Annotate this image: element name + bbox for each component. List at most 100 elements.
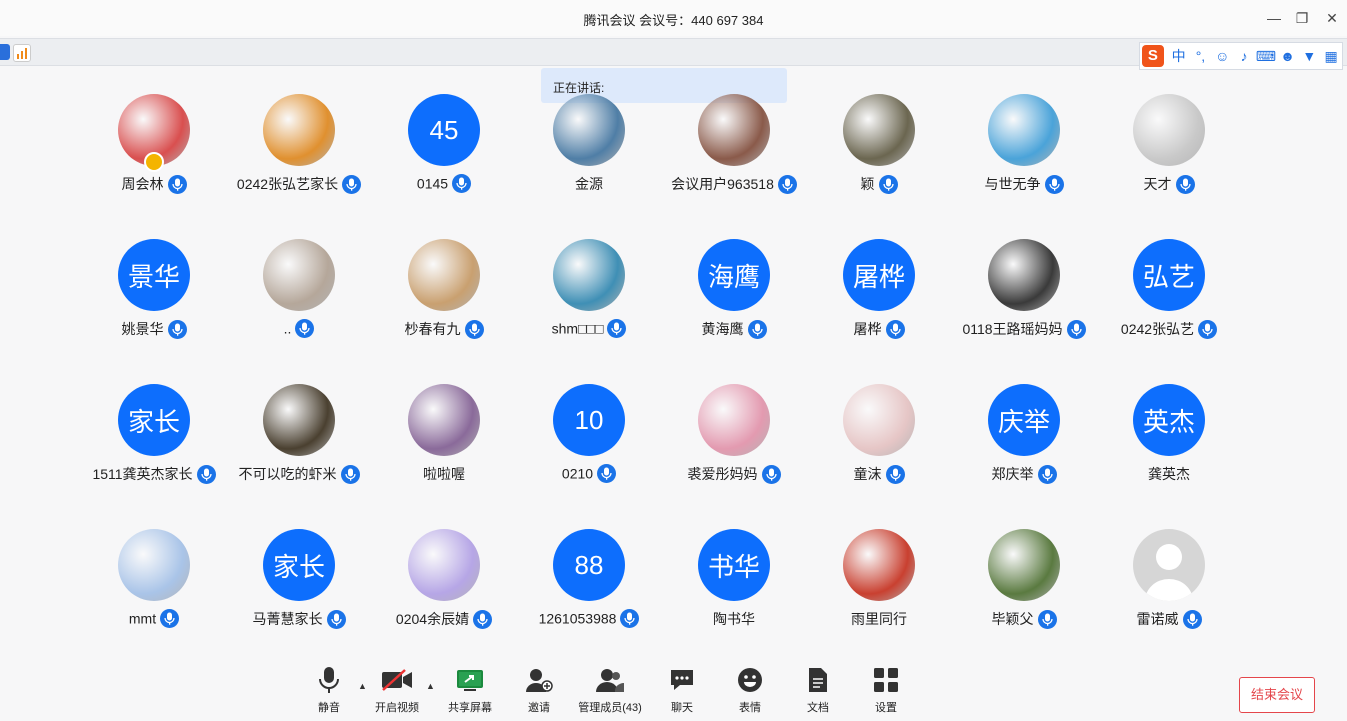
participant-name-row: 陶书华: [654, 609, 814, 629]
participant-name: shm□□□: [551, 320, 604, 337]
participant-tile[interactable]: 不可以吃的虾米: [219, 384, 379, 504]
participant-tile[interactable]: 裘爱彤妈妈: [654, 384, 814, 504]
participant-tile[interactable]: 45 0145: [364, 94, 524, 214]
participant-tile[interactable]: 会议用户963518: [654, 94, 814, 214]
emoji-button[interactable]: 表情: [715, 665, 785, 715]
participant-tile[interactable]: 毕颖父: [944, 529, 1104, 649]
ime-keyboard-icon[interactable]: ⌨: [1255, 48, 1277, 65]
participant-tile[interactable]: 弘艺 0242张弘艺: [1089, 239, 1249, 359]
participant-name: 与世无争: [984, 176, 1041, 192]
participant-tile[interactable]: 天才: [1089, 94, 1249, 214]
participant-tile[interactable]: 家长 马菁慧家长: [219, 529, 379, 649]
participant-tile[interactable]: 啦啦喔: [364, 384, 524, 504]
participant-name: 屠桦: [853, 321, 882, 337]
participant-name: 1261053988: [538, 610, 617, 627]
participant-tile[interactable]: 与世无争: [944, 94, 1104, 214]
participant-tile[interactable]: 景华 姚景华: [74, 239, 234, 359]
mic-on-icon: [160, 609, 180, 628]
network-icon[interactable]: [0, 44, 10, 60]
participant-tile[interactable]: 英杰 龚英杰: [1089, 384, 1249, 504]
mic-on-icon: [473, 609, 493, 629]
avatar-photo: [263, 94, 335, 166]
participant-tile[interactable]: 金源: [509, 94, 669, 214]
add-user-icon: [526, 669, 553, 692]
mute-button[interactable]: 静音: [294, 665, 364, 715]
participant-tile[interactable]: 庆举 郑庆举: [944, 384, 1104, 504]
participant-name: 龚英杰: [1148, 466, 1190, 482]
manage-members-button[interactable]: 管理成员(43): [575, 665, 645, 715]
invite-button[interactable]: 邀请: [504, 665, 574, 715]
avatar-initials: 景华: [118, 239, 190, 311]
mic-on-icon: [196, 464, 216, 484]
participant-name-row: 啦啦喔: [364, 464, 524, 484]
ime-punct-icon[interactable]: °,: [1190, 48, 1212, 64]
participant-name: 杪春有九: [404, 321, 461, 337]
participant-tile[interactable]: 0118王路瑶妈妈: [944, 239, 1104, 359]
participant-name-row: 0118王路瑶妈妈: [944, 319, 1104, 339]
ime-grid-icon[interactable]: ▦: [1320, 48, 1342, 65]
share-screen-button[interactable]: 共享屏幕: [435, 665, 505, 715]
participant-name: 童沫: [853, 466, 882, 482]
participant-tile[interactable]: 0204余辰婧: [364, 529, 524, 649]
participant-name-row: 0204余辰婧: [364, 609, 524, 629]
mic-on-icon: [607, 319, 627, 338]
avatar-initials: 屠桦: [843, 239, 915, 311]
mic-on-icon: [1044, 174, 1064, 194]
participant-tile[interactable]: 家长 1511龚英杰家长: [74, 384, 234, 504]
participant-name-row: 姚景华: [74, 319, 234, 339]
participant-name-row: shm□□□: [509, 319, 669, 338]
participant-tile[interactable]: 海鹰 黄海鹰: [654, 239, 814, 359]
ime-chinese-icon[interactable]: 中: [1168, 46, 1190, 66]
avatar-photo: [843, 529, 915, 601]
ime-user-icon[interactable]: ☻: [1277, 48, 1299, 64]
participant-tile[interactable]: 颖: [799, 94, 959, 214]
participant-tile[interactable]: 88 1261053988: [509, 529, 669, 649]
end-meeting-button[interactable]: 结束会议: [1239, 677, 1315, 713]
participant-tile[interactable]: 0242张弘艺家长: [219, 94, 379, 214]
chat-button[interactable]: 聊天: [647, 665, 717, 715]
participant-name-row: 雷诺威: [1089, 609, 1249, 629]
avatar-photo: [118, 529, 190, 601]
participant-name: 啦啦喔: [423, 466, 465, 482]
avatar-photo: [263, 239, 335, 311]
avatar-initials: 10: [553, 384, 625, 456]
video-label: 开启视频: [375, 702, 419, 714]
avatar-initials: 家长: [118, 384, 190, 456]
participant-name-row: 杪春有九: [364, 319, 524, 339]
video-caret-icon[interactable]: ▲: [426, 681, 435, 691]
settings-button[interactable]: 设置: [851, 665, 921, 715]
participant-tile[interactable]: 屠桦 屠桦: [799, 239, 959, 359]
signal-icon[interactable]: [13, 44, 31, 62]
ime-toolbar[interactable]: S 中 °, ☺ ♪ ⌨ ☻ ▼ ▦: [1139, 42, 1343, 70]
participant-tile[interactable]: 雷诺威: [1089, 529, 1249, 649]
mic-on-icon: [885, 319, 905, 339]
video-button[interactable]: 开启视频: [362, 665, 432, 715]
document-icon: [809, 668, 827, 692]
participant-tile[interactable]: 书华 陶书华: [654, 529, 814, 649]
participant-tile[interactable]: ..: [219, 239, 379, 359]
participant-tile[interactable]: mmt: [74, 529, 234, 649]
participant-name-row: 不可以吃的虾米: [219, 464, 379, 484]
participant-name-row: ..: [219, 319, 379, 338]
participant-tile[interactable]: 童沫: [799, 384, 959, 504]
host-badge-icon: [144, 152, 164, 172]
participant-tile[interactable]: 杪春有九: [364, 239, 524, 359]
mic-on-icon: [885, 464, 905, 484]
participant-name: 会议用户963518: [671, 176, 774, 192]
participant-tile[interactable]: shm□□□: [509, 239, 669, 359]
participant-name-row: 1261053988: [509, 609, 669, 628]
restore-icon[interactable]: ❐: [1292, 8, 1312, 28]
ime-smile-icon[interactable]: ☺: [1211, 48, 1233, 64]
participant-tile[interactable]: 周会林: [74, 94, 234, 214]
minimize-icon[interactable]: —: [1264, 8, 1284, 28]
close-icon[interactable]: ✕: [1322, 8, 1342, 28]
participant-tile[interactable]: 10 0210: [509, 384, 669, 504]
participant-tile[interactable]: 雨里同行: [799, 529, 959, 649]
participant-name-row: 裘爱彤妈妈: [654, 464, 814, 484]
ime-shirt-icon[interactable]: ▼: [1298, 48, 1320, 64]
participant-name-row: 龚英杰: [1089, 464, 1249, 484]
ime-mic-icon[interactable]: ♪: [1233, 48, 1255, 64]
participant-name-row: 郑庆举: [944, 464, 1104, 484]
sogou-logo-icon: S: [1142, 45, 1164, 67]
docs-button[interactable]: 文档: [783, 665, 853, 715]
